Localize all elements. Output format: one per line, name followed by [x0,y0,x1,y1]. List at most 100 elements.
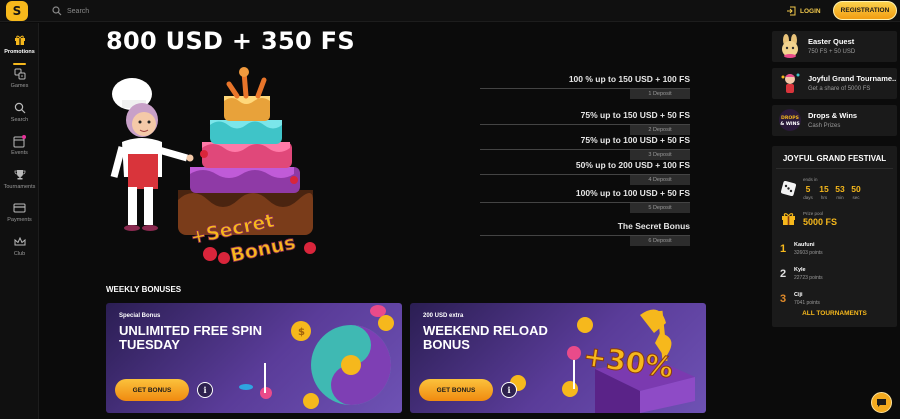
get-bonus-button[interactable]: GET BONUS [419,379,493,401]
deposit-badge: 5 Deposit [630,203,690,213]
festival-title: JOYFUL GRAND FESTIVAL [782,154,887,163]
info-icon[interactable]: i [501,382,517,398]
leaderboard-row: 1 Kaufuni 32603 points [780,240,890,260]
player-name: Kyle [794,267,806,273]
promo-easter-quest[interactable]: Easter Quest 750 FS + 50 USD [772,31,897,62]
promo-title: Joyful Grand Tourname... [808,74,896,83]
deposit-badge: 3 Deposit [630,150,690,160]
promo-drops-wins[interactable]: DROPS & WINS Drops & Wins Cash Prizes [772,105,897,136]
sidebar-item-label: Club [13,251,26,257]
player-name: Kaufuni [794,242,815,248]
sidebar-item-search[interactable]: Search [0,101,39,131]
sidebar-item-club[interactable]: Club [0,235,39,265]
deposit-badge-label: 6 Deposit [648,238,672,244]
logo-icon: S [12,4,22,18]
login-button[interactable]: LOGIN [786,4,821,18]
sidebar-item-label: Search [10,117,29,123]
sidebar-item-tournaments[interactable]: Tournaments [0,168,39,198]
dice-icon [781,181,796,196]
player-points: 22723 points [794,275,823,281]
sidebar-item-label: Payments [7,217,32,223]
card-title: WEEKEND RELOAD BONUS [423,323,548,352]
trophy-icon [13,168,27,182]
countdown-value: 50 [851,184,861,194]
bunny-icon [782,34,798,58]
promo-subtitle: Get a share of 5000 FS [808,86,871,92]
bonus-card-tuesday: $ Special Bonus UNLIMITED FREE SPIN TUES… [106,303,402,413]
deposit-badge-label: 3 Deposit [648,152,672,158]
info-glyph: i [203,385,207,395]
svg-text:& WINS: & WINS [780,121,800,127]
gift-icon [782,213,795,225]
all-tournaments-link[interactable]: ALL TOURNAMENTS [772,310,897,317]
sidebar-item-payments[interactable]: Payments [0,201,39,231]
chat-button[interactable] [871,392,892,413]
deposit-row: The Secret Bonus 6 Deposit [480,221,690,251]
deposit-text: 75% up to 150 USD + 50 FS [580,110,690,120]
deposit-text: 100% up to 100 USD + 50 FS [575,188,690,198]
player-points: 7041 points [794,300,820,306]
get-bonus-button[interactable]: GET BONUS [115,379,189,401]
player-name: Ciji [794,292,803,298]
search-icon [52,6,62,16]
deposit-badge: 6 Deposit [630,236,690,246]
login-label: LOGIN [800,7,821,15]
top-bar: S Search LOGIN REGISTRATION [0,0,900,22]
mascot-icon [781,73,800,93]
info-icon[interactable]: i [197,382,213,398]
svg-text:$: $ [298,327,305,338]
promo-subtitle: 750 FS + 50 USD [808,49,856,55]
deposit-row: 50% up to 200 USD + 100 FS 4 Deposit [480,160,690,190]
deposit-badge-label: 2 Deposit [648,127,672,133]
sidebar-item-promotions[interactable]: Promotions [0,33,39,65]
card-title: UNLIMITED FREE SPIN TUESDAY [119,323,263,352]
prize-pool-label: Prize pool [803,211,824,216]
deposit-text: 100 % up to 150 USD + 100 FS [568,74,690,84]
deposit-badge: 1 Deposit [630,89,690,99]
get-bonus-label: GET BONUS [436,386,476,394]
deposit-badge-label: 4 Deposit [648,177,672,183]
chef-cake-illustration: +Secret Bonus [110,67,316,267]
gift-icon [13,33,27,47]
search-icon [13,101,27,115]
registration-button[interactable]: REGISTRATION [833,1,897,20]
countdown-unit: sec [852,195,860,200]
promo-title: Easter Quest [808,37,855,46]
weekly-bonuses-title: WEEKLY BONUSES [106,285,182,294]
countdown-seconds: 50 sec [846,184,866,200]
ends-in-label: ends in [803,177,818,182]
drops-wins-icon: DROPS & WINS [779,109,801,131]
dice-icon [13,67,27,81]
promo-joyful-tournament[interactable]: Joyful Grand Tourname... Get a share of … [772,68,897,99]
deposit-badge-label: 1 Deposit [648,91,672,97]
site-logo[interactable]: S [6,1,28,21]
sidebar-item-label: Promotions [4,49,35,55]
sidebar-item-label: Tournaments [3,184,36,190]
search-placeholder[interactable]: Search [67,8,89,15]
festival-panel: JOYFUL GRAND FESTIVAL ends in 5 days 15 hr… [772,146,897,327]
casino-app: S Search LOGIN REGISTRATION Promotions G… [0,0,900,419]
prize-pool-value: 5000 FS [803,217,838,227]
sidebar-item-games[interactable]: Games [0,67,39,97]
deposit-row: 100 % up to 150 USD + 100 FS 1 Deposit [480,74,690,104]
player-points: 32603 points [794,250,823,256]
get-bonus-label: GET BONUS [132,386,172,394]
hero-title: 800 USD + 350 FS [106,27,355,55]
sidebar-item-events[interactable]: Events [0,134,39,164]
crown-icon [13,235,27,249]
deposit-badge-label: 5 Deposit [648,205,672,211]
calendar-icon [13,134,27,148]
chat-icon [877,398,886,407]
leaderboard-row: 3 Ciji 7041 points [780,290,890,310]
deposit-badge: 2 Deposit [630,125,690,135]
festival-divider [776,168,893,169]
sidebar-item-label: Games [10,83,29,89]
promo-subtitle: Cash Prizes [808,123,841,129]
login-icon [787,6,796,16]
card-icon [13,201,27,215]
svg-text:DROPS: DROPS [781,115,799,121]
search-bar[interactable]: Search [52,4,89,18]
card-tag: Special Bonus [119,313,161,319]
card-tag: 200 USD extra [423,313,464,319]
rank-number: 3 [780,293,787,305]
